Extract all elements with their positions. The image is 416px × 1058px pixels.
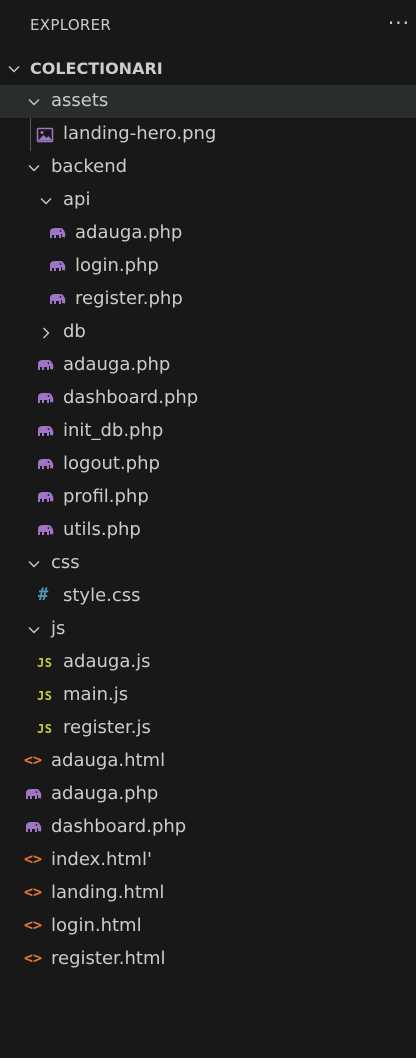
tree-item-label: register.js xyxy=(63,717,151,738)
file-row-adauga-php[interactable]: adauga.php xyxy=(0,217,416,250)
php-elephant-icon xyxy=(38,492,54,502)
workspace-root-folder[interactable]: COLECTIONARI xyxy=(0,52,416,85)
tree-item-label: login.php xyxy=(75,255,159,276)
tree-item-label: js xyxy=(51,618,66,639)
tree-item-label: adauga.php xyxy=(51,783,159,804)
file-row-adauga-html[interactable]: <> adauga.html xyxy=(0,745,416,778)
php-elephant-icon xyxy=(38,525,54,535)
php-elephant-icon xyxy=(38,360,54,370)
chevron-down-icon[interactable] xyxy=(38,193,54,209)
tree-item-label: adauga.php xyxy=(75,222,183,243)
file-row-logout-php[interactable]: logout.php xyxy=(0,448,416,481)
tree-item-label: style.css xyxy=(63,585,141,606)
tree-item-label: api xyxy=(63,189,91,210)
file-row-style-css[interactable]: # style.css xyxy=(0,580,416,613)
file-row-adauga-php[interactable]: adauga.php xyxy=(0,349,416,382)
php-elephant-icon xyxy=(38,426,54,436)
more-actions-icon[interactable]: ··· xyxy=(388,11,410,35)
file-row-dashboard-php[interactable]: dashboard.php xyxy=(0,382,416,415)
folder-row-assets[interactable]: assets xyxy=(0,85,416,118)
file-row-index-html[interactable]: <> index.html' xyxy=(0,844,416,877)
file-row-utils-php[interactable]: utils.php xyxy=(0,514,416,547)
file-row-register-php[interactable]: register.php xyxy=(0,283,416,316)
workspace-root-label: COLECTIONARI xyxy=(30,59,163,78)
tree-item-label: login.html xyxy=(51,915,142,936)
tree-item-label: dashboard.php xyxy=(51,816,187,837)
tree-item-label: register.php xyxy=(75,288,183,309)
js-file-icon: JS xyxy=(37,689,53,703)
chevron-right-icon[interactable] xyxy=(38,325,54,341)
php-elephant-icon xyxy=(50,294,66,304)
html-file-icon: <> xyxy=(24,949,43,967)
tree-item-label: backend xyxy=(51,156,128,177)
file-row-register-html[interactable]: <> register.html xyxy=(0,943,416,976)
html-file-icon: <> xyxy=(24,751,43,769)
js-file-icon: JS xyxy=(37,722,53,736)
php-elephant-icon xyxy=(50,261,66,271)
tree-item-label: logout.php xyxy=(63,453,160,474)
tree-item-label: adauga.html xyxy=(51,750,166,771)
js-file-icon: JS xyxy=(37,656,53,670)
file-row-init-db-php[interactable]: init_db.php xyxy=(0,415,416,448)
image-file-icon xyxy=(36,127,54,143)
css-file-icon: # xyxy=(38,585,49,605)
tree-item-label: utils.php xyxy=(63,519,141,540)
file-row-profil-php[interactable]: profil.php xyxy=(0,481,416,514)
tree-item-label: db xyxy=(63,321,86,342)
file-row-adauga-js[interactable]: JS adauga.js xyxy=(0,646,416,679)
folder-row-js[interactable]: js xyxy=(0,613,416,646)
tree-item-label: index.html' xyxy=(51,849,152,870)
php-elephant-icon xyxy=(38,459,54,469)
tree-item-label: landing.html xyxy=(51,882,165,903)
explorer-header: EXPLORER ··· xyxy=(0,0,416,52)
file-row-landing-html[interactable]: <> landing.html xyxy=(0,877,416,910)
folder-row-db[interactable]: db xyxy=(0,316,416,349)
chevron-down-icon[interactable] xyxy=(26,160,42,176)
tree-item-label: init_db.php xyxy=(63,420,164,441)
php-elephant-icon xyxy=(50,228,66,238)
tree-item-label: main.js xyxy=(63,684,129,705)
folder-row-css[interactable]: css xyxy=(0,547,416,580)
chevron-down-icon[interactable] xyxy=(26,556,42,572)
tree-item-label: css xyxy=(51,552,80,573)
php-elephant-icon xyxy=(26,822,42,832)
chevron-down-icon xyxy=(8,66,20,73)
file-row-main-js[interactable]: JS main.js xyxy=(0,679,416,712)
file-row-dashboard-php[interactable]: dashboard.php xyxy=(0,811,416,844)
file-row-login-php[interactable]: login.php xyxy=(0,250,416,283)
file-row-adauga-php[interactable]: adauga.php xyxy=(0,778,416,811)
chevron-down-icon[interactable] xyxy=(26,622,42,638)
php-elephant-icon xyxy=(38,393,54,403)
file-row-landing-hero-png[interactable]: landing-hero.png xyxy=(0,118,416,151)
tree-item-label: landing-hero.png xyxy=(63,123,217,144)
explorer-panel: EXPLORER ··· COLECTIONARI assets landing-… xyxy=(0,0,416,1058)
file-row-register-js[interactable]: JS register.js xyxy=(0,712,416,745)
html-file-icon: <> xyxy=(24,916,43,934)
file-row-login-html[interactable]: <> login.html xyxy=(0,910,416,943)
chevron-down-icon[interactable] xyxy=(26,94,42,110)
folder-row-backend[interactable]: backend xyxy=(0,151,416,184)
indent-guide xyxy=(30,118,31,151)
tree-item-label: adauga.js xyxy=(63,651,151,672)
php-elephant-icon xyxy=(26,789,42,799)
explorer-title: EXPLORER xyxy=(30,16,112,34)
tree-item-label: profil.php xyxy=(63,486,149,507)
tree-item-label: dashboard.php xyxy=(63,387,199,408)
tree-item-label: assets xyxy=(51,90,109,111)
tree-item-label: adauga.php xyxy=(63,354,171,375)
html-file-icon: <> xyxy=(24,883,43,901)
tree-item-label: register.html xyxy=(51,948,166,969)
html-file-icon: <> xyxy=(24,850,43,868)
folder-row-api[interactable]: api xyxy=(0,184,416,217)
